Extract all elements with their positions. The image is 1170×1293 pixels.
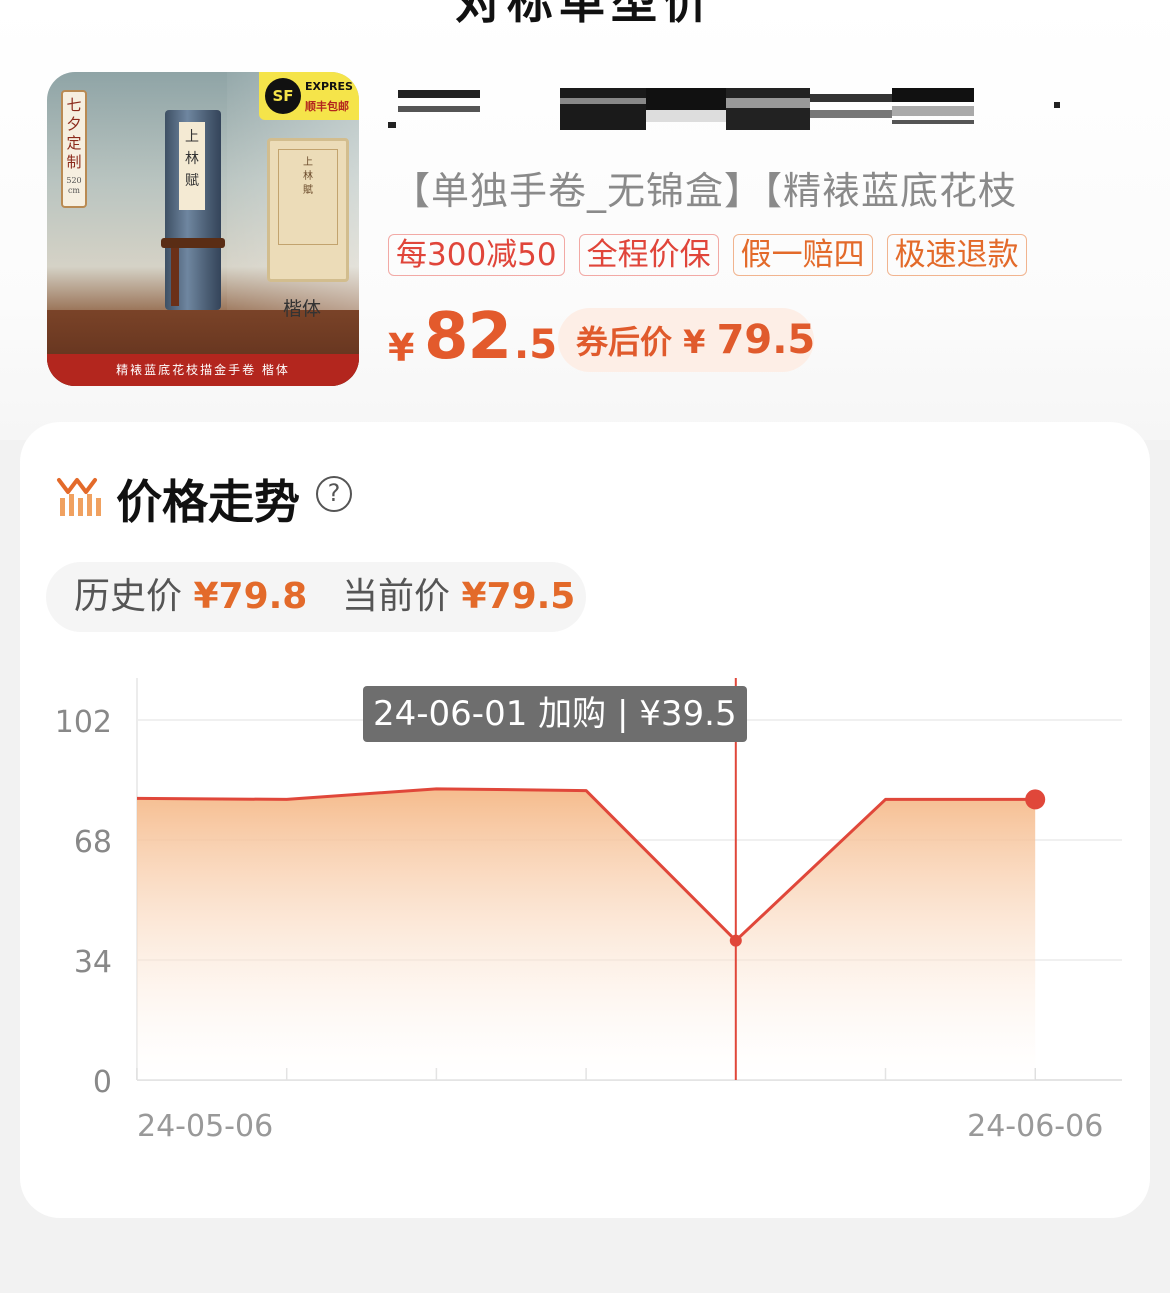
- image-banner: 精裱蓝底花枝描金手卷 楷体: [47, 354, 359, 386]
- tooltip-date: 24-06-01: [373, 694, 528, 734]
- sf-logo-icon: SF: [265, 78, 301, 114]
- page-title: 对标单型价: [455, 0, 715, 29]
- image-style-caption: 楷体: [283, 298, 322, 320]
- image-scroll-tassel: [171, 248, 179, 306]
- image-tag-size: 520 cm: [66, 176, 82, 195]
- tooltip-separator: |: [616, 694, 629, 734]
- y-tick-label: 34: [74, 945, 112, 980]
- price-integer: 82: [424, 300, 512, 374]
- trend-chart-icon: [57, 478, 101, 516]
- y-tick-label: 68: [74, 825, 112, 860]
- image-custom-tag: 七夕定制 520 cm: [61, 90, 87, 208]
- history-price: 历史价 ¥79.8: [74, 562, 307, 632]
- tooltip-event: 加购: [538, 694, 607, 734]
- image-scroll-label: 上林赋: [179, 122, 205, 210]
- image-scroll-tie: [161, 238, 225, 248]
- current-price: 当前价 ¥79.5: [342, 562, 575, 632]
- promo-tag-discount: 每300减50: [388, 234, 565, 276]
- price-decimal: .5: [514, 322, 558, 368]
- history-price-value: ¥79.8: [193, 576, 308, 617]
- tooltip-price: ¥39.5: [639, 694, 737, 734]
- image-scroll: 上林赋: [161, 110, 225, 310]
- promo-tag-fast-refund: 极速退款: [886, 234, 1027, 276]
- coupon-price-pill: 券后价 ¥ 79.5: [558, 308, 816, 372]
- x-end-label: 24-06-06: [967, 1109, 1103, 1144]
- price-area: [137, 788, 1036, 1080]
- price-chart[interactable]: 0 34 68 102 24-05-06 24-06-06: [20, 662, 1150, 1202]
- chart-tooltip: 24-06-01 加购 | ¥39.5: [363, 686, 747, 742]
- product-subtitle[interactable]: 【单独手卷_无锦盒】【精裱蓝底花枝: [392, 160, 1112, 215]
- current-price-point: [1025, 789, 1046, 810]
- coupon-amount: 79.5: [716, 317, 816, 363]
- history-price-label: 历史价: [74, 576, 183, 617]
- crosshair-point: [729, 934, 742, 947]
- price-stats: 历史价 ¥79.8 当前价 ¥79.5: [46, 562, 586, 632]
- help-icon[interactable]: ?: [316, 476, 352, 512]
- price-currency: ¥: [388, 326, 415, 370]
- image-tag-text: 七夕定制: [66, 96, 82, 171]
- current-price-label: 当前价: [342, 576, 451, 617]
- trend-title: 价格走势: [116, 475, 300, 529]
- image-sample-card-inner: 上林賦: [278, 149, 338, 245]
- coupon-label: 券后价: [576, 323, 673, 361]
- shipping-badge-express: EXPRES: [305, 80, 353, 93]
- current-price-value: ¥79.5: [461, 576, 576, 617]
- product-title-redacted[interactable]: [388, 84, 1068, 132]
- shipping-badge: SF EXPRES 顺丰包邮: [259, 72, 359, 120]
- price-chart-svg[interactable]: 0 34 68 102 24-05-06 24-06-06: [20, 662, 1150, 1202]
- x-start-label: 24-05-06: [137, 1109, 273, 1144]
- product-image[interactable]: 七夕定制 520 cm 上林赋 上林賦 楷体 SF EXPRES 顺丰包邮 精裱…: [47, 72, 359, 386]
- y-tick-label: 102: [55, 705, 112, 740]
- y-tick-label: 0: [93, 1065, 112, 1100]
- image-sample-card: 上林賦: [267, 138, 349, 282]
- coupon-currency: ¥: [683, 323, 706, 361]
- promo-tag-price-protect: 全程价保: [578, 234, 719, 276]
- image-scroll-label-text: 上林赋: [185, 129, 199, 189]
- price-trend-card: 价格走势 ? 历史价 ¥79.8 当前价 ¥79.5 0 34 68 102 24-05…: [20, 422, 1150, 1218]
- image-card-label: 上林賦: [303, 157, 313, 196]
- promo-tag-authentic: 假一赔四: [732, 234, 873, 276]
- promo-tags: 每300减50 全程价保 假一赔四 极速退款: [388, 234, 1027, 278]
- shipping-badge-free: 顺丰包邮: [305, 100, 349, 113]
